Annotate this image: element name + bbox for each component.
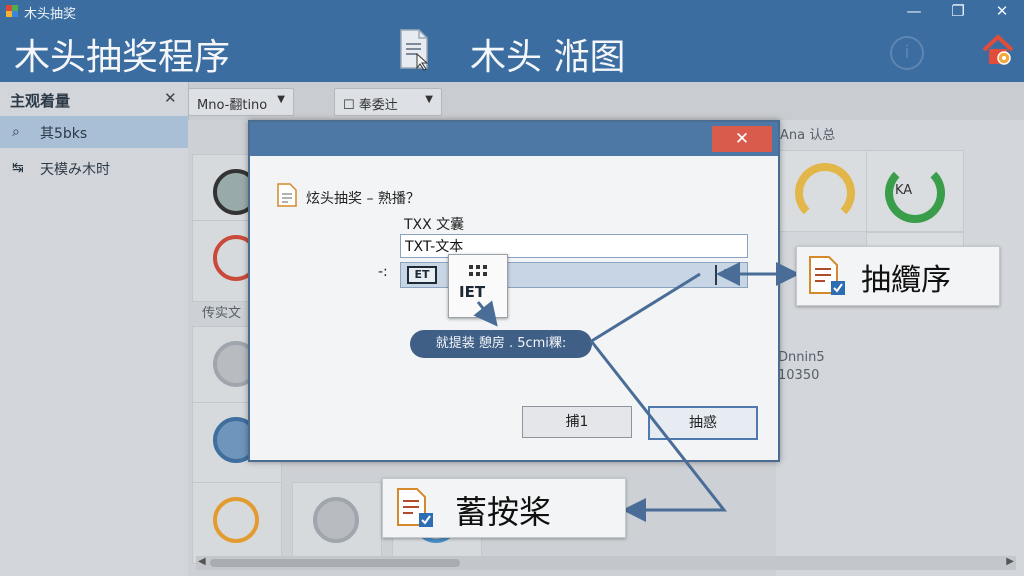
- document-check-icon: [809, 256, 845, 295]
- callout-right: 抽纜序: [796, 246, 1000, 306]
- callout-bottom: 蓄按桨: [382, 478, 626, 538]
- callout-bottom-label: 蓄按桨: [455, 493, 552, 531]
- document-check-icon: [397, 488, 433, 527]
- callout-right-label: 抽纜序: [861, 263, 951, 298]
